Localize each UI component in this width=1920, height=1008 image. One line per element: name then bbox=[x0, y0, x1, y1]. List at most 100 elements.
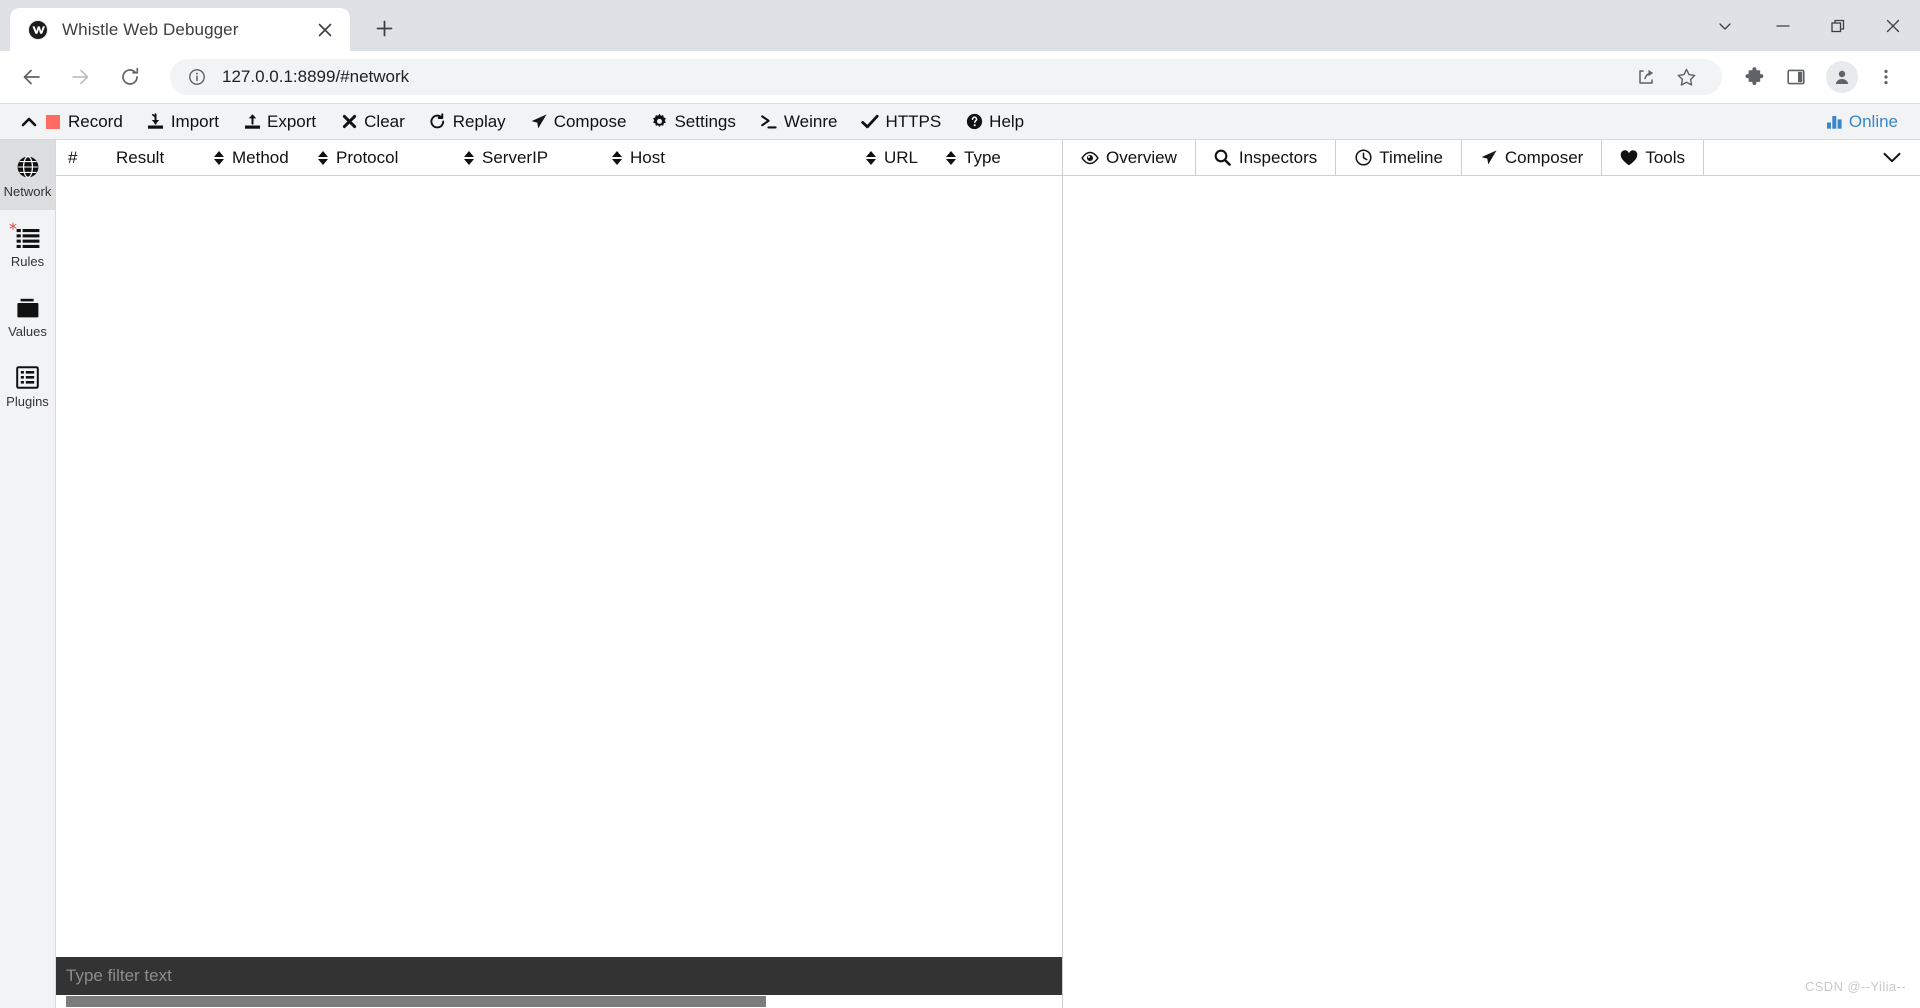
panes: # Result Method Protocol ServerIP Host U… bbox=[56, 140, 1920, 1008]
detail-tabs: Overview Inspectors Timeline Composer To… bbox=[1063, 140, 1920, 176]
star-icon[interactable] bbox=[1666, 57, 1706, 97]
tab-label: Composer bbox=[1504, 147, 1584, 167]
column-label: Protocol bbox=[336, 147, 399, 167]
sort-toggle-protocol[interactable] bbox=[462, 150, 476, 165]
forward-arrow-icon bbox=[60, 57, 100, 97]
puzzle-icon[interactable] bbox=[1734, 57, 1774, 97]
gear-icon bbox=[650, 113, 668, 131]
sidebar-label: Rules bbox=[10, 253, 45, 269]
paper-plane-icon bbox=[530, 113, 548, 131]
toolbar-button-settings[interactable]: Settings bbox=[650, 104, 736, 139]
column-header-method[interactable]: Method bbox=[232, 148, 310, 168]
network-table-body[interactable] bbox=[56, 176, 1062, 957]
filter-input[interactable]: Type filter text bbox=[66, 966, 172, 986]
column-label: # bbox=[68, 147, 78, 167]
new-tab-button[interactable] bbox=[364, 8, 404, 48]
sidebar-item-network[interactable]: Network bbox=[0, 140, 55, 210]
toolbar-button-help[interactable]: Help bbox=[965, 104, 1024, 139]
record-square-icon bbox=[44, 113, 62, 131]
sort-toggle-result[interactable] bbox=[212, 150, 226, 165]
question-circle-icon bbox=[965, 113, 983, 131]
sidebar-item-values[interactable]: Values bbox=[0, 280, 55, 350]
kebab-menu-icon[interactable] bbox=[1866, 57, 1906, 97]
sidebar-item-rules[interactable]: * Rules bbox=[0, 210, 55, 280]
sort-toggle-serverip[interactable] bbox=[610, 150, 624, 165]
sort-toggle-url[interactable] bbox=[944, 150, 958, 165]
browser-tab[interactable]: Whistle Web Debugger bbox=[10, 8, 350, 51]
sidebar-item-plugins[interactable]: Plugins bbox=[0, 350, 55, 420]
chevron-up-icon[interactable] bbox=[14, 116, 44, 128]
column-header-type[interactable]: Type bbox=[964, 148, 1001, 168]
minimize-icon[interactable] bbox=[1755, 0, 1810, 51]
plugins-icon bbox=[16, 363, 39, 389]
toolbar-label: Compose bbox=[553, 111, 627, 131]
column-header-protocol[interactable]: Protocol bbox=[336, 148, 456, 168]
column-header-result[interactable]: Result bbox=[116, 148, 206, 168]
window-close-icon[interactable] bbox=[1865, 0, 1920, 51]
tab-label: Tools bbox=[1645, 147, 1686, 167]
heart-icon bbox=[1620, 149, 1638, 167]
column-header-index[interactable]: # bbox=[56, 148, 116, 168]
address-bar-actions bbox=[1626, 57, 1706, 97]
address-bar[interactable]: 127.0.0.1:8899/#network bbox=[170, 59, 1722, 95]
import-icon bbox=[147, 113, 165, 131]
browser-toolbar: 127.0.0.1:8899/#network bbox=[0, 51, 1920, 104]
filter-bar[interactable]: Type filter text bbox=[56, 957, 1062, 995]
tab-timeline[interactable]: Timeline bbox=[1336, 140, 1462, 175]
toolbar-button-compose[interactable]: Compose bbox=[530, 104, 627, 139]
paper-plane-icon bbox=[1480, 149, 1498, 167]
tab-label: Overview bbox=[1106, 147, 1177, 167]
tab-title: Whistle Web Debugger bbox=[62, 19, 239, 39]
toolbar-label: Record bbox=[68, 111, 123, 131]
column-header-url[interactable]: URL bbox=[884, 148, 938, 168]
address-bar-url: 127.0.0.1:8899/#network bbox=[222, 67, 410, 86]
sidebar-label: Plugins bbox=[6, 393, 49, 409]
chevron-down-icon[interactable] bbox=[1864, 140, 1920, 175]
online-status-label: Online bbox=[1848, 111, 1898, 131]
tab-overview[interactable]: Overview bbox=[1063, 140, 1196, 175]
back-arrow-icon[interactable] bbox=[12, 57, 52, 97]
toolbar-button-clear[interactable]: Clear bbox=[340, 104, 405, 139]
toolbar-label: HTTPS bbox=[885, 111, 942, 131]
profile-avatar-icon[interactable] bbox=[1826, 61, 1858, 93]
column-header-host[interactable]: Host bbox=[630, 148, 858, 168]
tab-composer[interactable]: Composer bbox=[1462, 140, 1603, 175]
terminal-icon bbox=[760, 113, 778, 131]
toolbar-button-export[interactable]: Export bbox=[243, 104, 316, 139]
column-header-serverip[interactable]: ServerIP bbox=[482, 148, 604, 168]
column-label: Method bbox=[232, 147, 289, 167]
reload-icon[interactable] bbox=[110, 57, 150, 97]
tab-tools[interactable]: Tools bbox=[1602, 140, 1705, 175]
site-info-icon[interactable] bbox=[186, 66, 208, 88]
tab-close-icon[interactable] bbox=[312, 17, 338, 43]
bar-chart-icon bbox=[1826, 113, 1844, 131]
online-status-badge[interactable]: Online bbox=[1826, 112, 1898, 132]
detail-tabs-spacer bbox=[1704, 140, 1864, 175]
toolbar-button-import[interactable]: Import bbox=[147, 104, 219, 139]
watermark: CSDN @--Yilia-- bbox=[1804, 979, 1906, 994]
cross-icon bbox=[340, 113, 358, 131]
toolbar-button-https[interactable]: HTTPS bbox=[861, 104, 941, 139]
sort-toggle-method[interactable] bbox=[316, 150, 330, 165]
sort-toggle-host[interactable] bbox=[864, 150, 878, 165]
toolbar-button-replay[interactable]: Replay bbox=[429, 104, 506, 139]
app-toolbar: Record Import Export Clear Replay Compos… bbox=[0, 104, 1920, 140]
tab-search-icon[interactable] bbox=[1695, 0, 1755, 51]
tab-inspectors[interactable]: Inspectors bbox=[1196, 140, 1337, 175]
restore-icon[interactable] bbox=[1810, 0, 1865, 51]
toolbar-label: Help bbox=[989, 111, 1025, 131]
side-panel-icon[interactable] bbox=[1776, 57, 1816, 97]
detail-pane: Overview Inspectors Timeline Composer To… bbox=[1063, 140, 1920, 1008]
toolbar-button-weinre[interactable]: Weinre bbox=[760, 104, 838, 139]
toolbar-label: Weinre bbox=[783, 111, 838, 131]
toolbar-label: Clear bbox=[364, 111, 405, 131]
toolbar-button-record[interactable]: Record bbox=[44, 104, 123, 139]
eye-icon bbox=[1081, 149, 1099, 167]
network-pane: # Result Method Protocol ServerIP Host U… bbox=[56, 140, 1063, 1008]
scrollbar-thumb[interactable] bbox=[66, 996, 766, 1007]
share-icon[interactable] bbox=[1626, 57, 1666, 97]
horizontal-scrollbar[interactable] bbox=[56, 995, 1062, 1008]
column-label: ServerIP bbox=[482, 147, 549, 167]
column-label: Result bbox=[116, 147, 165, 167]
toolbar-label: Import bbox=[170, 111, 219, 131]
